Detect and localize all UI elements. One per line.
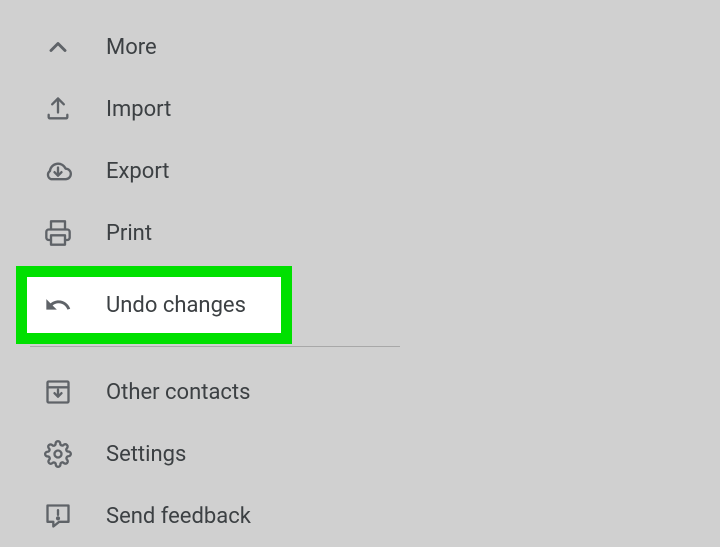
menu-item-import[interactable]: Import [0,78,400,140]
archive-icon [44,378,72,406]
menu-label: Send feedback [106,504,251,529]
chevron-up-icon [44,33,72,61]
menu-label: Settings [106,442,186,467]
feedback-icon [44,502,72,530]
upload-icon [44,95,72,123]
menu-label: Print [106,221,152,246]
highlight-box: Undo changes [16,266,292,344]
gear-icon [44,440,72,468]
print-icon [44,219,72,247]
menu-label: Export [106,159,170,184]
menu-item-settings[interactable]: Settings [0,423,400,485]
menu-item-send-feedback[interactable]: Send feedback [0,485,400,547]
menu-item-other-contacts[interactable]: Other contacts [0,361,400,423]
undo-icon [44,291,72,319]
divider [30,346,400,347]
menu-item-export[interactable]: Export [0,140,400,202]
menu-label: Other contacts [106,380,250,405]
menu-label: More [106,35,157,60]
menu-label: Import [106,97,171,122]
menu-item-more[interactable]: More [0,16,400,78]
menu-label: Undo changes [106,293,246,318]
menu-item-print[interactable]: Print [0,202,400,264]
menu-item-undo-changes[interactable]: Undo changes [27,277,281,333]
cloud-download-icon [44,157,72,185]
sidebar-menu: More Import Export [0,0,400,547]
